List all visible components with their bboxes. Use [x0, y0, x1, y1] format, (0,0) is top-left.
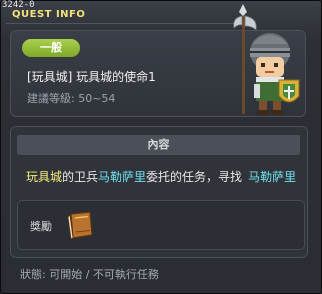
quest-description: 玩具城的卫兵马勒萨里委托的任务，寻找 马勒萨里 — [26, 168, 296, 185]
title-divider — [6, 23, 246, 24]
description-text: 的卫兵 — [62, 170, 99, 184]
quest-name: [玩具城] 玩具城的使命1 — [27, 70, 156, 84]
npc-name: 马勒萨里 — [98, 170, 147, 184]
book-icon[interactable] — [66, 210, 94, 240]
quest-recommended-level: 建議等級: 50~54 — [27, 92, 116, 105]
description-text: 委托的任务，寻找 — [146, 170, 243, 184]
npc-guard-portrait — [233, 4, 300, 115]
content-header: 內容 — [17, 135, 300, 155]
quest-type-badge: 一般 — [22, 39, 80, 57]
quest-status: 狀態: 可開始 / 不可執行任務 — [20, 268, 159, 281]
reward-label: 獎勵 — [30, 220, 52, 233]
place-link: 玩具城 — [26, 170, 63, 184]
reward-box — [17, 200, 305, 250]
npc-name-target: 马勒萨里 — [248, 170, 297, 184]
window-title: QUEST INFO — [12, 9, 86, 20]
